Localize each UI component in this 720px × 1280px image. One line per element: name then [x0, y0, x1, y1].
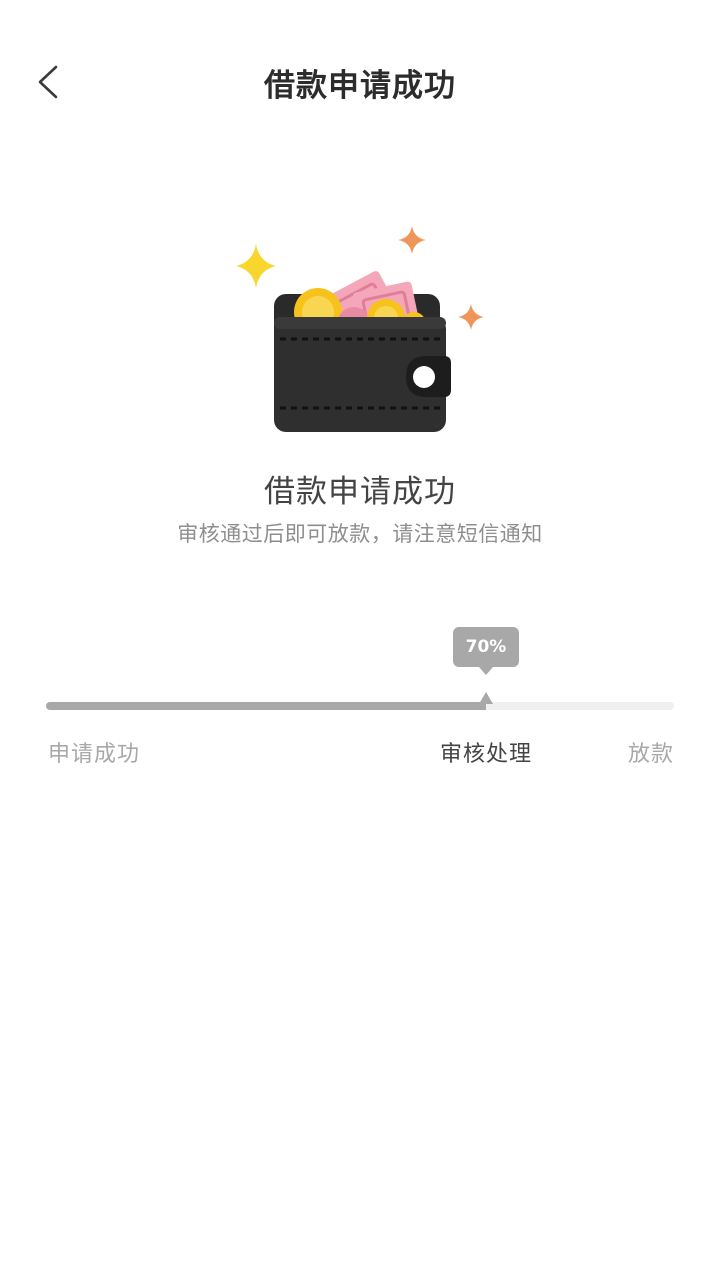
step-label-applied: 申请成功	[48, 742, 141, 767]
step-label-reviewing: 审核处理	[440, 742, 533, 767]
progress-percent-badge: 70%	[453, 627, 519, 675]
wallet-illustration	[230, 222, 492, 438]
progress-fill	[46, 702, 486, 710]
step-label-disbursement: 放款	[627, 742, 674, 767]
result-subtitle: 审核通过后即可放款，请注意短信通知	[177, 522, 543, 546]
progress-marker	[479, 692, 493, 704]
sparkle-icon	[398, 226, 426, 254]
progress-section: 70% 申请成功 审核处理 放款	[46, 620, 674, 780]
result-title: 借款申请成功	[264, 474, 456, 510]
page-title: 借款申请成功	[264, 68, 456, 104]
progress-track	[46, 702, 674, 710]
sparkle-icon	[458, 304, 484, 330]
sparkle-icon	[236, 244, 276, 288]
loan-application-success-page: 借款申请成功 借款申请成功 审核通过后即可放款，请注意短信通知 70% 申请成功…	[0, 0, 720, 1280]
wallet-icon	[236, 226, 484, 432]
nav-bar: 借款申请成功	[0, 0, 720, 164]
